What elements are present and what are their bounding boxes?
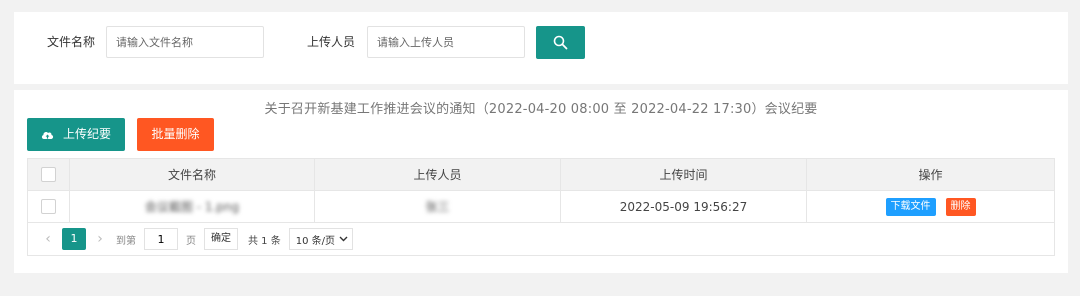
goto-page-input[interactable] [144, 228, 178, 250]
files-table: 文件名称 上传人员 上传时间 操作 会议截图 - 1.png 张三 2022-0… [27, 158, 1055, 256]
batch-delete-button[interactable]: 批量删除 [137, 118, 214, 151]
column-header-upload-time: 上传时间 [561, 159, 807, 190]
pagination: ‹ 1 › 到第 页 确定 共 1 条 10 条/页 [28, 223, 1054, 255]
table-row: 会议截图 - 1.png 张三 2022-05-09 19:56:27 下载文件… [28, 191, 1054, 223]
goto-prefix: 到第 [116, 235, 136, 247]
table-header: 文件名称 上传人员 上传时间 操作 [28, 159, 1054, 191]
file-name-cell: 会议截图 - 1.png [144, 200, 240, 214]
download-file-button[interactable]: 下载文件 [885, 197, 936, 216]
uploader-input[interactable] [367, 26, 525, 58]
uploader-cell: 张三 [425, 200, 450, 214]
chevron-down-icon [339, 236, 348, 242]
goto-suffix: 页 [186, 235, 196, 247]
search-panel: 文件名称 上传人员 [14, 12, 1068, 84]
upload-minutes-button[interactable]: 上传纪要 [27, 118, 125, 151]
select-all-checkbox[interactable] [41, 167, 56, 182]
actions-cell: 下载文件 删除 [807, 191, 1054, 222]
meeting-title: 关于召开新基建工作推进会议的通知（2022-04-20 08:00 至 2022… [264, 102, 818, 117]
page-number-current[interactable]: 1 [62, 228, 86, 250]
column-header-file-name: 文件名称 [70, 159, 315, 190]
goto-confirm-button[interactable]: 确定 [204, 228, 238, 250]
search-icon [553, 35, 568, 50]
delete-row-button[interactable]: 删除 [945, 197, 976, 216]
cloud-upload-icon [41, 132, 54, 139]
upload-time-cell: 2022-05-09 19:56:27 [561, 191, 807, 222]
upload-minutes-label: 上传纪要 [63, 127, 112, 141]
file-name-label: 文件名称 [47, 35, 96, 49]
column-header-uploader: 上传人员 [315, 159, 561, 190]
search-button[interactable] [536, 26, 585, 59]
next-page-icon[interactable]: › [90, 231, 110, 247]
prev-page-icon[interactable]: ‹ [38, 231, 58, 247]
page-size-select[interactable]: 10 条/页 [288, 228, 354, 250]
minutes-list-panel: 关于召开新基建工作推进会议的通知（2022-04-20 08:00 至 2022… [14, 90, 1068, 273]
uploader-label: 上传人员 [307, 35, 356, 49]
total-count: 共 1 条 [248, 235, 281, 247]
file-name-input[interactable] [106, 26, 264, 58]
page-size-value: 10 条/页 [295, 235, 336, 247]
row-checkbox[interactable] [41, 199, 56, 214]
column-header-actions: 操作 [918, 168, 943, 182]
